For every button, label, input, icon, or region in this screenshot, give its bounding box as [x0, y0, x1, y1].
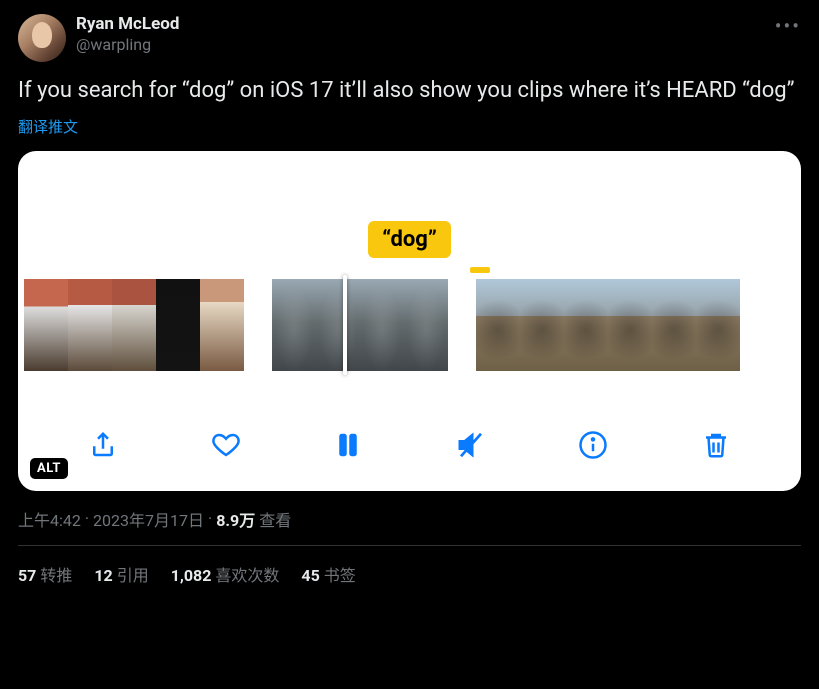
tweet-container: Ryan McLeod @warpling ••• If you search …: [0, 0, 819, 602]
thumbnail[interactable]: [608, 279, 652, 371]
thumbnail[interactable]: [316, 279, 360, 371]
media-controls: [18, 427, 801, 463]
timeline-marker: [470, 267, 490, 273]
pause-icon[interactable]: [330, 427, 366, 463]
tweet-text: If you search for “dog” on iOS 17 it’ll …: [18, 76, 801, 106]
thumbnail[interactable]: [200, 279, 244, 371]
filmstrip[interactable]: [18, 279, 801, 371]
search-term-label: “dog”: [368, 221, 451, 258]
tweet-header: Ryan McLeod @warpling •••: [18, 14, 801, 62]
thumbnail[interactable]: [564, 279, 608, 371]
avatar[interactable]: [18, 14, 66, 62]
thumbnail[interactable]: [24, 279, 68, 371]
tweet-time[interactable]: 上午4:42: [18, 507, 81, 531]
mute-icon[interactable]: [453, 427, 489, 463]
thumbnail[interactable]: [520, 279, 564, 371]
display-name: Ryan McLeod: [76, 14, 179, 35]
translate-link[interactable]: 翻译推文: [18, 116, 801, 137]
tweet-date[interactable]: 2023年7月17日: [93, 507, 204, 531]
thumbnail[interactable]: [68, 279, 112, 371]
tweet-meta: 上午4:42 · 2023年7月17日 · 8.9万 查看: [18, 507, 801, 531]
clip-group-2[interactable]: [272, 279, 448, 371]
info-icon[interactable]: [575, 427, 611, 463]
playhead[interactable]: [343, 275, 347, 375]
share-icon[interactable]: [85, 427, 121, 463]
views-label: 查看: [259, 507, 291, 531]
author-block[interactable]: Ryan McLeod @warpling: [76, 14, 179, 55]
thumbnail[interactable]: [652, 279, 696, 371]
thumbnail[interactable]: [696, 279, 740, 371]
more-icon[interactable]: •••: [775, 14, 801, 38]
thumbnail[interactable]: [404, 279, 448, 371]
search-term-label-wrap: “dog”: [18, 221, 801, 258]
media-card[interactable]: “dog”: [18, 151, 801, 491]
stat-quotes[interactable]: 12引用: [94, 562, 148, 586]
stat-likes[interactable]: 1,082喜欢次数: [171, 562, 280, 586]
handle: @warpling: [76, 35, 179, 55]
views-count: 8.9万: [216, 507, 255, 531]
thumbnail[interactable]: [156, 279, 200, 371]
thumbnail[interactable]: [272, 279, 316, 371]
thumbnail[interactable]: [476, 279, 520, 371]
thumbnail[interactable]: [360, 279, 404, 371]
stat-retweets[interactable]: 57转推: [18, 562, 72, 586]
clip-group-1[interactable]: [24, 279, 244, 371]
trash-icon[interactable]: [698, 427, 734, 463]
stat-bookmarks[interactable]: 45书签: [301, 562, 355, 586]
thumbnail[interactable]: [112, 279, 156, 371]
heart-icon[interactable]: [208, 427, 244, 463]
alt-badge[interactable]: ALT: [30, 458, 68, 479]
tweet-stats: 57转推 12引用 1,082喜欢次数 45书签: [18, 546, 801, 602]
clip-group-3[interactable]: [476, 279, 740, 371]
